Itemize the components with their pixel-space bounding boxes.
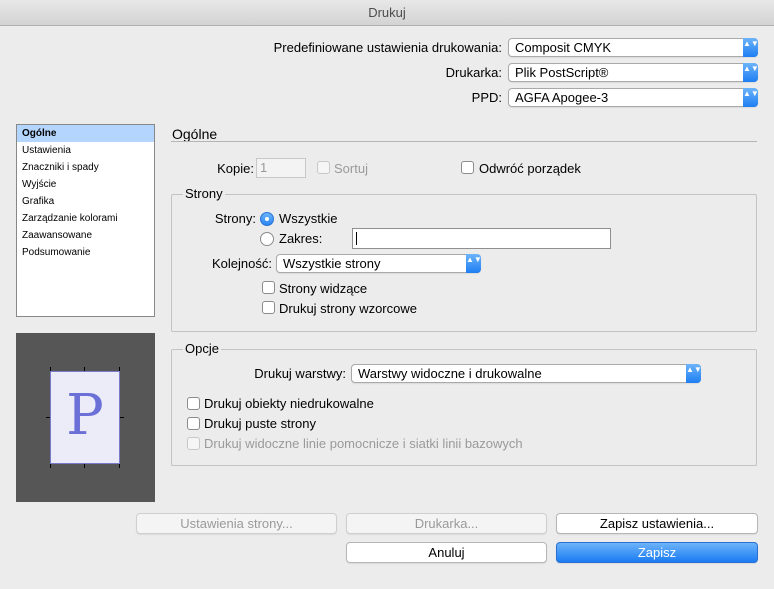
sidebar-item-znaczniki[interactable]: Znaczniki i spady — [17, 159, 154, 176]
section-divider — [171, 141, 757, 142]
order-dropdown[interactable]: Wszystkie strony ▲▼ — [276, 254, 482, 273]
printer-label: Drukarka: — [445, 65, 502, 80]
pages-label: Strony: — [214, 211, 256, 226]
guides-checkbox[interactable] — [187, 437, 200, 450]
page-setup-button[interactable]: Ustawienia strony... — [136, 513, 337, 534]
sidebar-item-podsumowanie[interactable]: Podsumowanie — [17, 244, 154, 261]
pages-range-input[interactable] — [352, 228, 611, 249]
category-list: Ogólne Ustawienia Znaczniki i spady Wyjś… — [16, 124, 155, 317]
print-layers-dropdown[interactable]: Warstwy widoczne i drukowalne ▲▼ — [351, 364, 702, 383]
preset-value: Composit CMYK — [515, 40, 612, 55]
copies-field[interactable]: 1 — [256, 158, 306, 178]
sidebar-item-zaawansowane[interactable]: Zaawansowane — [17, 227, 154, 244]
nonprinting-label: Drukuj obiekty niedrukowalne — [204, 396, 374, 411]
printer-dropdown[interactable]: Plik PostScript® ▲▼ — [508, 63, 759, 82]
preview-page: P — [50, 371, 120, 464]
crop-mark — [119, 367, 120, 371]
chevron-updown-icon: ▲▼ — [686, 364, 702, 383]
crop-mark — [120, 417, 124, 418]
pages-all-label: Wszystkie — [279, 211, 338, 226]
sidebar-item-grafika[interactable]: Grafika — [17, 193, 154, 210]
crop-mark — [50, 464, 51, 468]
reverse-order-checkbox[interactable] — [461, 161, 474, 174]
master-pages-checkbox[interactable] — [262, 301, 275, 314]
blank-pages-label: Drukuj puste strony — [204, 416, 316, 431]
print-layers-label: Drukuj warstwy: — [254, 366, 346, 381]
ppd-value: AGFA Apogee-3 — [515, 90, 609, 105]
options-group-title: Opcje — [183, 341, 221, 357]
page-preview: P — [16, 333, 155, 502]
preset-label: Predefiniowane ustawienia drukowania: — [273, 40, 502, 55]
printer-value: Plik PostScript® — [515, 65, 609, 80]
chevron-updown-icon: ▲▼ — [743, 88, 759, 107]
guides-label: Drukuj widoczne linie pomocnicze i siatk… — [204, 436, 523, 451]
section-title: Ogólne — [172, 126, 218, 142]
printer-button[interactable]: Drukarka... — [346, 513, 547, 534]
save-button[interactable]: Zapisz — [556, 542, 758, 563]
print-layers-value: Warstwy widoczne i drukowalne — [358, 366, 542, 381]
crop-mark — [46, 417, 50, 418]
pages-range-radio[interactable] — [260, 232, 274, 246]
crop-mark — [119, 464, 120, 468]
window-title: Drukuj — [0, 0, 774, 26]
copies-label: Kopie: — [217, 161, 254, 176]
chevron-updown-icon: ▲▼ — [743, 63, 759, 82]
collate-checkbox[interactable] — [317, 161, 330, 174]
text-cursor — [356, 232, 357, 245]
sidebar-item-ogolne[interactable]: Ogólne — [17, 125, 154, 142]
spreads-checkbox[interactable] — [262, 281, 275, 294]
preview-page-letter: P — [66, 383, 104, 448]
order-value: Wszystkie strony — [283, 256, 381, 271]
collate-label: Sortuj — [334, 161, 368, 176]
pages-group-title: Strony — [183, 186, 225, 202]
nonprinting-checkbox[interactable] — [187, 397, 200, 410]
blank-pages-checkbox[interactable] — [187, 417, 200, 430]
sidebar-item-kolory[interactable]: Zarządzanie kolorami — [17, 210, 154, 227]
crop-mark — [84, 367, 85, 371]
chevron-updown-icon: ▲▼ — [466, 254, 482, 273]
crop-mark — [50, 367, 51, 371]
chevron-updown-icon: ▲▼ — [743, 38, 759, 57]
pages-range-label: Zakres: — [279, 231, 323, 246]
reverse-order-label: Odwróć porządek — [479, 161, 581, 176]
master-pages-label: Drukuj strony wzorcowe — [279, 301, 417, 316]
ppd-dropdown[interactable]: AGFA Apogee-3 ▲▼ — [508, 88, 759, 107]
sidebar-item-wyjscie[interactable]: Wyjście — [17, 176, 154, 193]
preset-dropdown[interactable]: Composit CMYK ▲▼ — [508, 38, 759, 57]
ppd-label: PPD: — [471, 90, 502, 105]
save-preset-button[interactable]: Zapisz ustawienia... — [556, 513, 758, 534]
pages-all-radio[interactable] — [260, 212, 274, 226]
crop-mark — [84, 464, 85, 468]
sidebar-item-ustawienia[interactable]: Ustawienia — [17, 142, 154, 159]
cancel-button[interactable]: Anuluj — [346, 542, 547, 563]
spreads-label: Strony widzące — [279, 281, 368, 296]
order-label: Kolejność: — [212, 256, 272, 271]
